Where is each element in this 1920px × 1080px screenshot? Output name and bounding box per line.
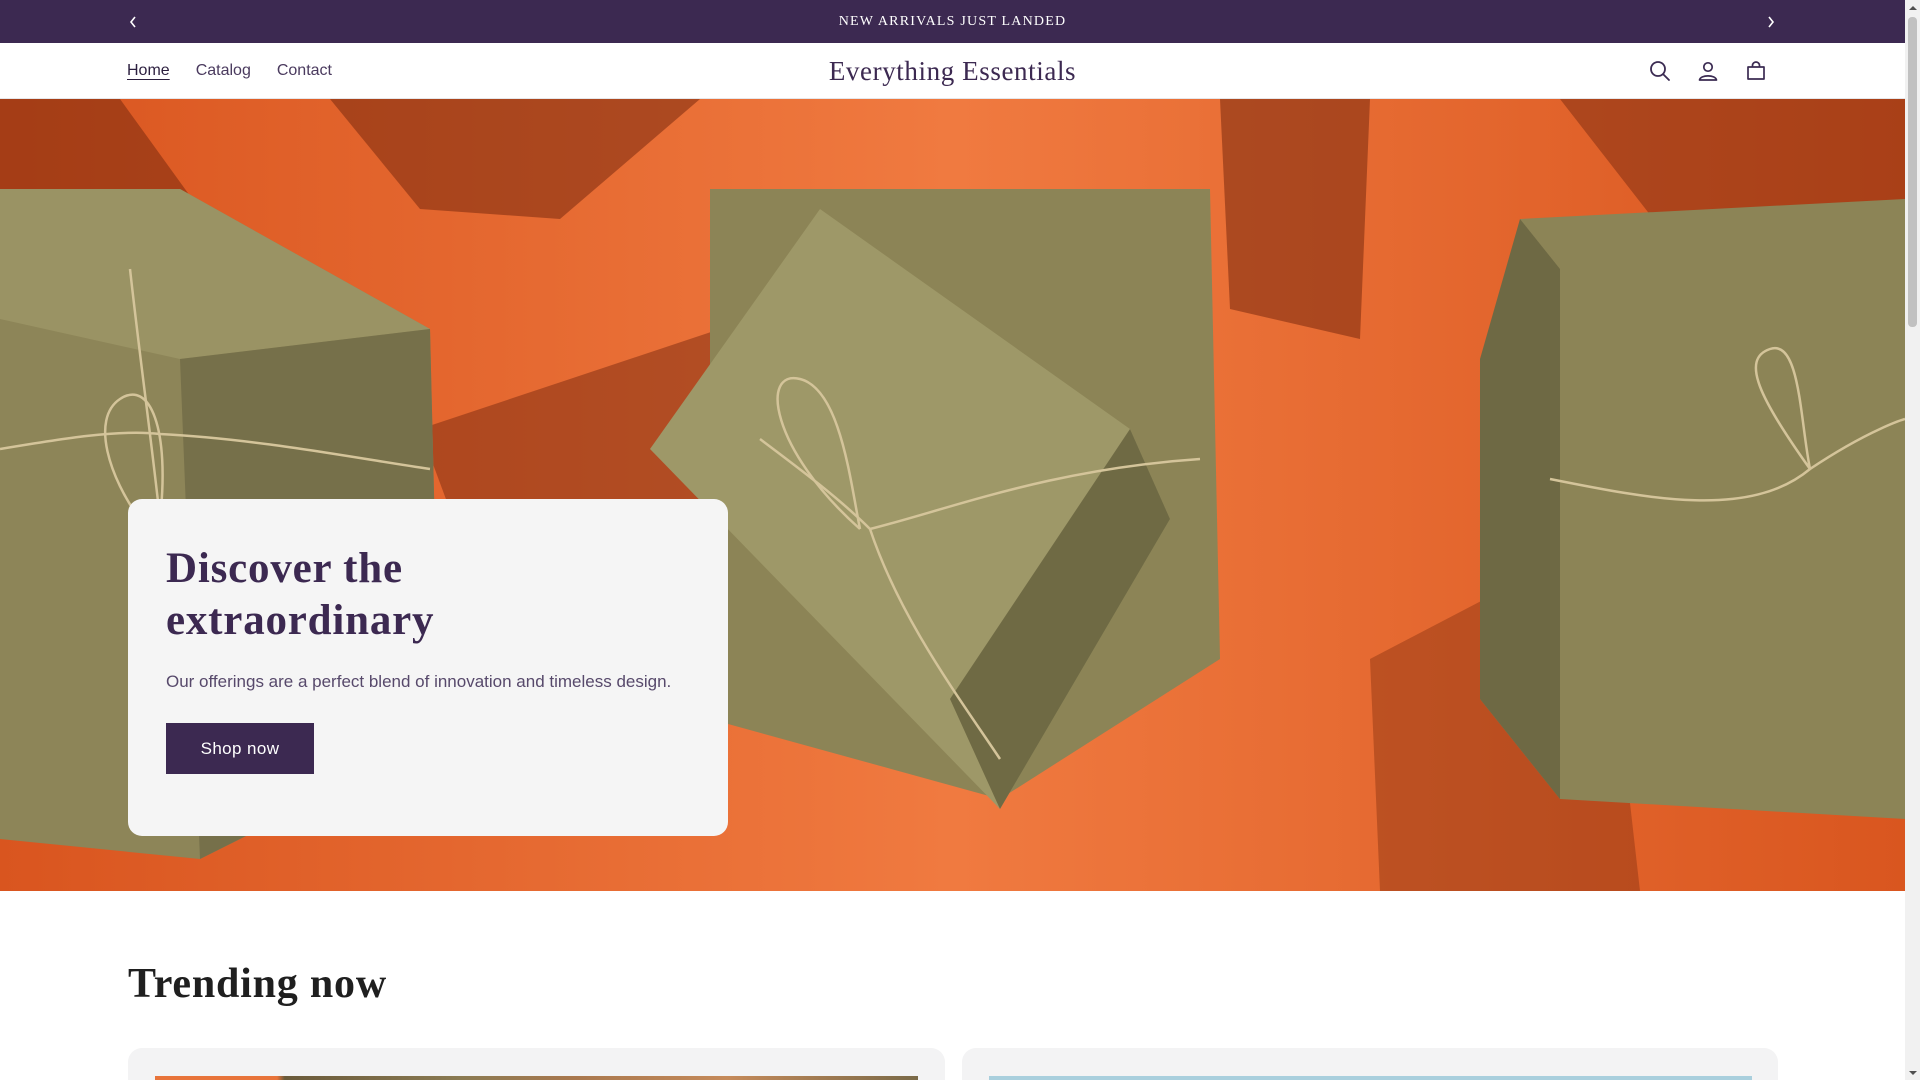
scroll-down-icon [1908, 1070, 1917, 1075]
store-logo[interactable]: Everything Essentials [829, 56, 1076, 87]
trending-title: Trending now [128, 961, 387, 1007]
page-scrollbar[interactable] [1905, 0, 1920, 1080]
hero-card: Discover the extraordinary Our offerings… [128, 499, 728, 836]
page: NEW ARRIVALS JUST LANDED Everything Esse… [0, 0, 1905, 1080]
hero-subtitle: Our offerings are a perfect blend of inn… [166, 672, 672, 691]
cart-icon [1747, 61, 1765, 80]
nav-catalog[interactable]: Catalog [196, 62, 251, 80]
announcement-next-button[interactable] [1758, 9, 1784, 35]
announcement-prev-button[interactable] [120, 9, 146, 35]
scroll-down-button[interactable] [1905, 1065, 1920, 1080]
product-card[interactable] [128, 1048, 945, 1080]
shop-now-button[interactable]: Shop now [166, 723, 314, 774]
account-button[interactable] [1692, 55, 1724, 87]
main-nav: Home Catalog Contact [127, 43, 332, 99]
header-icons [1644, 43, 1772, 99]
product-card[interactable] [962, 1048, 1778, 1080]
search-button[interactable] [1644, 55, 1676, 87]
site-header: Everything Essentials Home Catalog Conta… [0, 43, 1905, 99]
scroll-up-button[interactable] [1905, 0, 1920, 15]
chevron-right-icon [1768, 16, 1775, 28]
account-icon [1698, 61, 1718, 81]
hero-banner: Discover the extraordinary Our offerings… [0, 99, 1905, 891]
product-card-image [989, 1076, 1752, 1080]
announcement-bar: NEW ARRIVALS JUST LANDED [0, 0, 1905, 43]
hero-title: Discover the extraordinary [166, 545, 435, 644]
product-card-image [155, 1076, 918, 1080]
nav-contact[interactable]: Contact [277, 62, 332, 80]
cart-button[interactable] [1740, 55, 1772, 87]
scroll-up-icon [1908, 5, 1917, 10]
chevron-left-icon [129, 16, 136, 28]
nav-home[interactable]: Home [127, 62, 170, 80]
scroll-thumb[interactable] [1908, 17, 1917, 327]
search-icon [1650, 61, 1670, 81]
announcement-text: NEW ARRIVALS JUST LANDED [838, 13, 1067, 29]
